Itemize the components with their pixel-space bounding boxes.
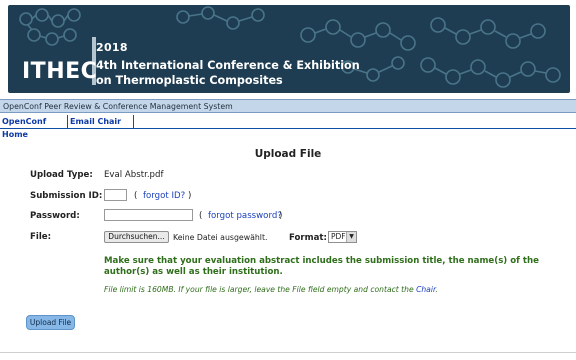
top-navigation: OpenConf Home Email Chair [0, 115, 576, 139]
page: 2018 ITHEC 4th International Conference … [0, 0, 576, 360]
submission-id-label: Submission ID: [30, 191, 103, 201]
submission-id-input[interactable] [104, 189, 127, 201]
upload-file-button[interactable]: Upload File [26, 315, 75, 330]
footer-divider [0, 352, 576, 353]
file-label: File: [30, 232, 52, 242]
chair-link[interactable]: Chair [416, 285, 435, 294]
evaluation-abstract-note: Make sure that your evaluation abstract … [104, 256, 539, 277]
conference-title-line-1: 4th International Conference & Exhibitio… [96, 59, 360, 72]
browse-file-button[interactable]: Durchsuchen... [104, 231, 169, 243]
file-limit-end: . [435, 285, 438, 294]
conference-logo: ITHEC [22, 59, 98, 84]
conference-title-line-2: on Thermoplastic Composites [96, 74, 283, 87]
forgot-id-close-paren: ) [188, 191, 192, 201]
system-title-bar: OpenConf Peer Review & Conference Manage… [0, 99, 576, 113]
forgot-id-open-paren: ( [134, 191, 138, 201]
forgot-password-link[interactable]: forgot password? [208, 211, 282, 221]
conference-banner: 2018 ITHEC 4th International Conference … [8, 5, 570, 93]
nav-openconf-home[interactable]: OpenConf Home [0, 115, 68, 139]
forgot-id-link[interactable]: forgot ID? [143, 191, 185, 201]
format-label: Format: [289, 233, 327, 243]
forgot-password-close-paren: ) [279, 211, 283, 221]
format-select[interactable]: PDF ▼ [328, 231, 357, 243]
file-limit-text: File limit is 160MB. If your file is lar… [104, 285, 417, 294]
nav-email-chair[interactable]: Email Chair [68, 115, 134, 128]
conference-year: 2018 [96, 41, 128, 54]
no-file-selected-text: Keine Datei ausgewählt. [173, 233, 268, 242]
format-selected-value: PDF [331, 232, 346, 241]
chevron-down-icon: ▼ [346, 232, 356, 242]
password-label: Password: [30, 211, 80, 221]
file-limit-note: File limit is 160MB. If your file is lar… [104, 285, 438, 294]
upload-type-label: Upload Type: [30, 170, 93, 180]
upload-type-value: Eval Abstr.pdf [104, 170, 164, 180]
password-input[interactable] [104, 209, 193, 221]
forgot-password-open-paren: ( [199, 211, 203, 221]
page-title: Upload File [254, 148, 322, 160]
